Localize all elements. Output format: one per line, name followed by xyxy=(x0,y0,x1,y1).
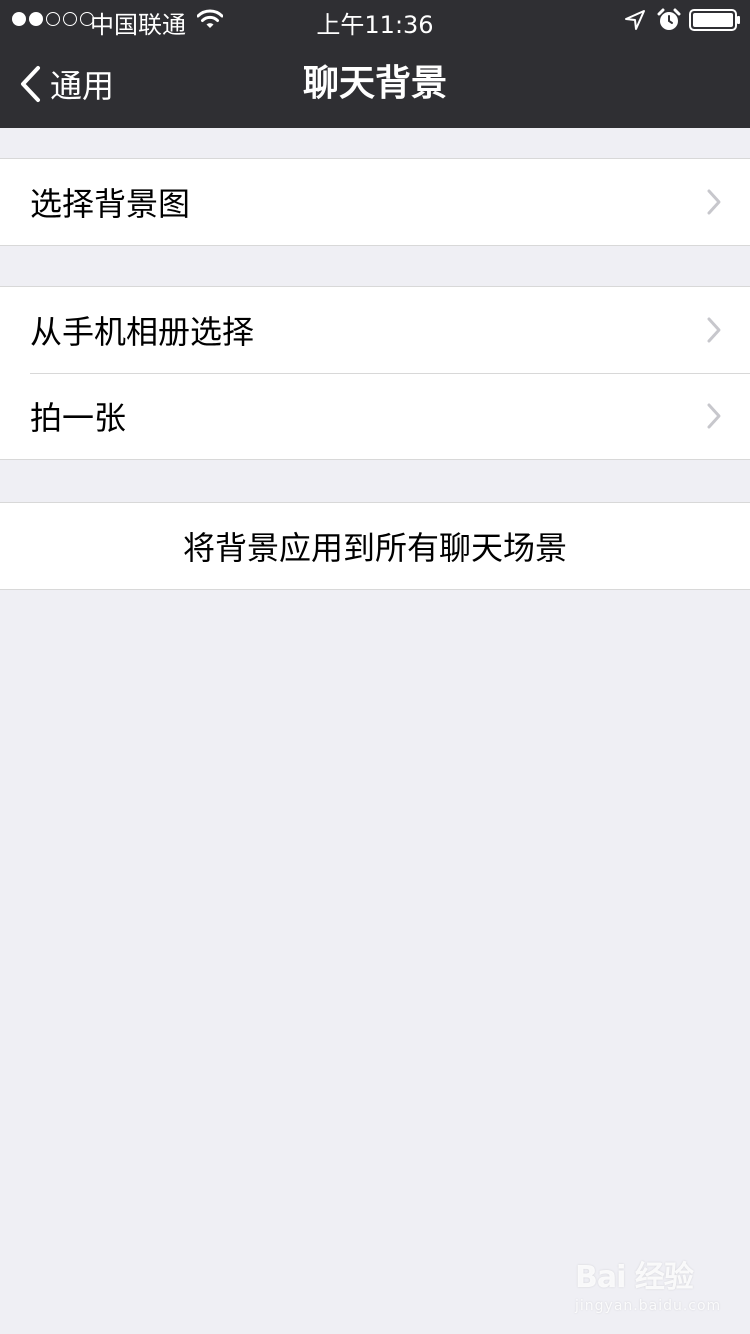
take-photo-item[interactable]: 拍一张 xyxy=(0,373,750,459)
alarm-clock-icon xyxy=(657,8,681,30)
watermark-brand: Bai 经验 xyxy=(575,1260,694,1295)
chevron-right-icon xyxy=(707,403,721,429)
page-title: 聊天背景 xyxy=(302,63,447,104)
chevron-right-icon xyxy=(707,189,721,215)
settings-group-background: 选择背景图 xyxy=(0,158,750,246)
list-item-label: 从手机相册选择 xyxy=(30,313,255,351)
list-item-label: 拍一张 xyxy=(30,399,127,437)
location-arrow-icon xyxy=(625,10,645,30)
header: 中国联通 上午11:36 通用 聊天背景 xyxy=(0,0,750,128)
settings-group-source: 从手机相册选择 拍一张 xyxy=(0,286,750,460)
chevron-right-icon xyxy=(707,317,721,343)
list-item-label: 选择背景图 xyxy=(30,185,191,223)
settings-group-apply: 将背景应用到所有聊天场景 xyxy=(0,502,750,590)
baidu-jingyan-watermark: Bai 经验 jingyan.baidu.com xyxy=(575,1252,722,1318)
navigation-bar: 通用 聊天背景 xyxy=(0,40,750,128)
apply-all-label: 将背景应用到所有聊天场景 xyxy=(182,529,567,567)
select-background-item[interactable]: 选择背景图 xyxy=(0,159,750,245)
status-bar: 中国联通 上午11:36 xyxy=(0,0,750,40)
choose-from-album-item[interactable]: 从手机相册选择 xyxy=(0,287,750,373)
apply-background-to-all-button[interactable]: 将背景应用到所有聊天场景 xyxy=(0,503,750,589)
watermark-url: jingyan.baidu.com xyxy=(575,1298,722,1314)
battery-icon xyxy=(689,9,740,31)
